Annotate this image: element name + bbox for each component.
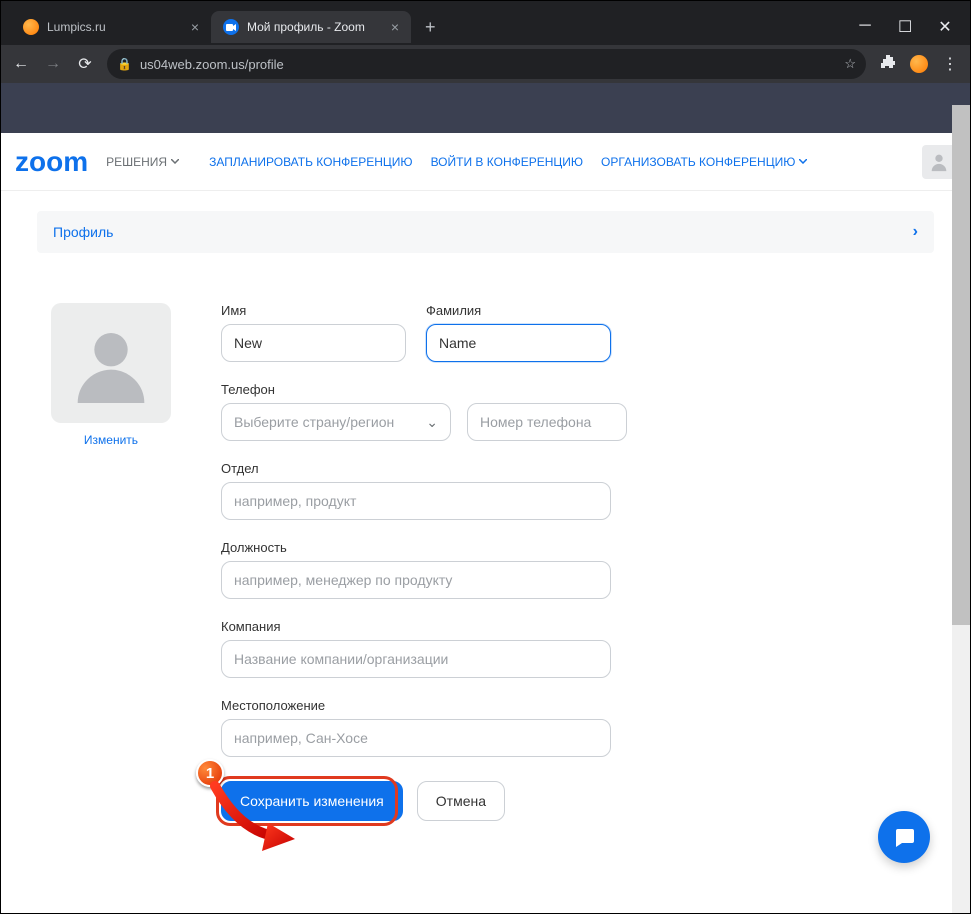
- lock-icon: 🔒: [117, 57, 132, 71]
- nav-host-dropdown[interactable]: ОРГАНИЗОВАТЬ КОНФЕРЕНЦИЮ: [601, 155, 807, 169]
- profile-avatar: [51, 303, 171, 423]
- extensions-icon[interactable]: [878, 54, 898, 75]
- close-icon[interactable]: ×: [191, 19, 199, 35]
- url-text: us04web.zoom.us/profile: [140, 57, 284, 72]
- first-name-label: Имя: [221, 303, 406, 318]
- extension-orange-icon[interactable]: [910, 55, 928, 73]
- solutions-dropdown[interactable]: РЕШЕНИЯ: [106, 155, 179, 169]
- chevron-right-icon: ›: [913, 223, 918, 241]
- new-tab-button[interactable]: +: [411, 17, 450, 38]
- back-icon[interactable]: ←: [11, 55, 31, 73]
- scrollbar[interactable]: [952, 105, 970, 913]
- department-label: Отдел: [221, 461, 934, 476]
- company-input[interactable]: [221, 640, 611, 678]
- phone-number-input[interactable]: [467, 403, 627, 441]
- chevron-down-icon: ⌄: [426, 414, 438, 431]
- chat-fab[interactable]: [878, 811, 930, 863]
- breadcrumb[interactable]: Профиль ›: [37, 211, 934, 253]
- window-close-icon[interactable]: ✕: [938, 17, 952, 37]
- chevron-down-icon: [799, 159, 807, 164]
- menu-dots-icon[interactable]: ⋮: [940, 54, 960, 74]
- cancel-button[interactable]: Отмена: [417, 781, 505, 821]
- zoom-navigation: zoom РЕШЕНИЯ ЗАПЛАНИРОВАТЬ КОНФЕРЕНЦИЮ В…: [1, 133, 970, 191]
- window-maximize-icon[interactable]: ☐: [898, 17, 912, 37]
- window-minimize-icon[interactable]: ─: [858, 17, 872, 37]
- nav-join-link[interactable]: ВОЙТИ В КОНФЕРЕНЦИЮ: [431, 155, 583, 169]
- person-placeholder-icon: [71, 323, 151, 403]
- chevron-down-icon: [171, 159, 179, 164]
- department-input[interactable]: [221, 482, 611, 520]
- first-name-input[interactable]: [221, 324, 406, 362]
- phone-label: Телефон: [221, 382, 934, 397]
- company-label: Компания: [221, 619, 934, 634]
- nav-schedule-link[interactable]: ЗАПЛАНИРОВАТЬ КОНФЕРЕНЦИЮ: [209, 155, 412, 169]
- tab-title: Lumpics.ru: [47, 20, 106, 34]
- country-select[interactable]: Выберите страну/регион ⌄: [221, 403, 451, 441]
- chat-bubble-icon: [892, 825, 916, 849]
- tab-title: Мой профиль - Zoom: [247, 20, 365, 34]
- change-avatar-link[interactable]: Изменить: [84, 433, 138, 447]
- favicon-lumpics: [23, 19, 39, 35]
- last-name-input[interactable]: [426, 324, 611, 362]
- forward-icon[interactable]: →: [43, 55, 63, 73]
- breadcrumb-label: Профиль: [53, 224, 113, 240]
- scrollbar-thumb[interactable]: [952, 105, 970, 625]
- location-input[interactable]: [221, 719, 611, 757]
- bookmark-star-icon[interactable]: ☆: [844, 56, 856, 72]
- browser-tab-zoom[interactable]: Мой профиль - Zoom ×: [211, 11, 411, 43]
- user-avatar-menu[interactable]: [922, 145, 956, 179]
- close-icon[interactable]: ×: [391, 19, 399, 35]
- top-banner: [1, 83, 970, 133]
- zoom-logo[interactable]: zoom: [15, 146, 88, 178]
- tab-strip: Lumpics.ru × Мой профиль - Zoom × + ─ ☐ …: [1, 9, 970, 45]
- job-input[interactable]: [221, 561, 611, 599]
- last-name-label: Фамилия: [426, 303, 611, 318]
- location-label: Местоположение: [221, 698, 934, 713]
- person-icon: [928, 151, 950, 173]
- address-bar[interactable]: 🔒 us04web.zoom.us/profile ☆: [107, 49, 866, 79]
- job-label: Должность: [221, 540, 934, 555]
- address-bar-row: ← → ⟳ 🔒 us04web.zoom.us/profile ☆ ⋮: [1, 45, 970, 83]
- reload-icon[interactable]: ⟳: [75, 54, 95, 74]
- save-button[interactable]: Сохранить изменения: [221, 781, 403, 821]
- browser-tab-lumpics[interactable]: Lumpics.ru ×: [11, 11, 211, 43]
- favicon-zoom: [223, 19, 239, 35]
